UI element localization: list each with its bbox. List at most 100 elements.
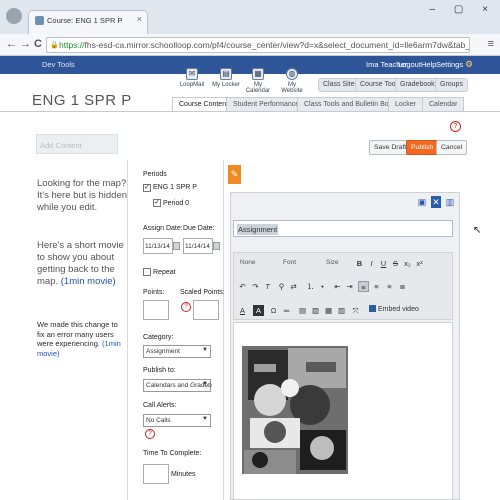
font-select[interactable]: Font xyxy=(283,259,296,270)
category-select[interactable]: Assignment ▼ xyxy=(143,345,211,358)
points-input[interactable] xyxy=(143,300,169,320)
close-icon[interactable]: ✕ xyxy=(431,196,441,208)
fullscreen-icon[interactable]: ⤧ xyxy=(350,305,361,316)
my-website-button[interactable]: ◍ My Website xyxy=(277,68,307,94)
align-left-icon[interactable]: ≡ xyxy=(358,281,369,292)
publish-button[interactable]: Publish xyxy=(406,140,439,155)
scaled-points-help-icon[interactable]: ? xyxy=(181,302,191,312)
globe-icon: ◍ xyxy=(286,68,298,80)
help-question-icon[interactable]: ? xyxy=(450,121,461,132)
add-content-field[interactable]: Add Content xyxy=(36,134,118,154)
save-icon[interactable]: ▣ xyxy=(417,196,427,208)
dev-tools-link[interactable]: Dev Tools xyxy=(42,60,75,69)
profile-avatar-icon[interactable] xyxy=(6,8,22,24)
horizontal-rule-icon[interactable]: ═ xyxy=(281,305,292,316)
table-icon[interactable]: ▦ xyxy=(323,305,334,316)
collage-image[interactable] xyxy=(240,340,350,480)
forward-arrow-icon[interactable]: → xyxy=(20,38,31,50)
loopmail-button[interactable]: ✉ LoopMail xyxy=(177,68,207,88)
italic-icon[interactable]: I xyxy=(366,258,377,269)
align-justify-icon[interactable]: ≣ xyxy=(397,281,408,292)
time-to-complete-input[interactable] xyxy=(143,464,169,484)
url-text: fhs-esd-ca.mirror.schoolloop.com/pf4/cou… xyxy=(84,40,470,50)
tab-locker[interactable]: Locker xyxy=(388,97,424,111)
url-scheme: https:// xyxy=(59,40,85,50)
my-locker-button[interactable]: ▤ My Locker xyxy=(211,68,241,88)
bold-icon[interactable]: B xyxy=(354,258,365,269)
browser-tab[interactable]: Course: ENG 1 SPR P × xyxy=(28,10,148,34)
tab-close-icon[interactable]: × xyxy=(137,14,142,24)
period-label: ENG 1 SPR P xyxy=(153,184,197,191)
special-char-icon[interactable]: Ω xyxy=(268,305,279,316)
find-icon[interactable]: ⚲ xyxy=(276,281,287,292)
image-icon[interactable]: ▨ xyxy=(336,305,347,316)
help-link[interactable]: Help xyxy=(421,60,436,69)
scaled-points-input[interactable] xyxy=(193,300,219,320)
replace-icon[interactable]: ⇄ xyxy=(288,281,299,292)
browser-menu-icon[interactable]: ≡ xyxy=(488,38,494,50)
address-bar[interactable]: 🔒 https://fhs-esd-ca.mirror.schoolloop.c… xyxy=(46,37,470,53)
title-input-value: Assignment xyxy=(237,224,279,235)
undo-icon[interactable]: ↶ xyxy=(237,281,248,292)
browser-tab-bar: Course: ENG 1 SPR P × – ▢ × xyxy=(0,0,500,34)
paste-icon[interactable]: ▤ xyxy=(297,305,308,316)
superscript-icon[interactable]: x² xyxy=(414,258,425,269)
underline-icon[interactable]: U xyxy=(378,258,389,269)
groups-button[interactable]: Groups xyxy=(435,78,468,92)
call-alerts-label: Call Alerts: xyxy=(143,402,177,409)
gear-icon[interactable]: ⚙ xyxy=(465,59,473,70)
assign-calendar-icon[interactable] xyxy=(173,242,180,250)
reload-icon[interactable]: C xyxy=(34,38,42,50)
trash-icon[interactable]: ▥ xyxy=(445,196,455,208)
tab-divider xyxy=(0,111,500,112)
map-hint-text: Looking for the map? It's here but is hi… xyxy=(37,178,128,213)
tab-student-performance[interactable]: Student Performance xyxy=(226,97,307,111)
tab-title: Course: ENG 1 SPR P xyxy=(47,16,123,25)
browser-nav-bar: ← → C 🔒 https://fhs-esd-ca.mirror.school… xyxy=(0,34,500,56)
align-right-icon[interactable]: ≡ xyxy=(384,281,395,292)
publish-to-select[interactable]: Calendars and Gradeb ▼ xyxy=(143,379,212,392)
period-checkbox[interactable]: ✓ xyxy=(143,184,151,192)
call-alerts-help-icon[interactable]: ? xyxy=(145,429,155,439)
pin-icon[interactable]: ✎ xyxy=(228,165,241,184)
paste-text-icon[interactable]: ▧ xyxy=(310,305,321,316)
form-divider xyxy=(223,160,224,500)
repeat-checkbox[interactable] xyxy=(143,268,151,276)
window-controls[interactable]: – ▢ × xyxy=(430,4,496,15)
format-select[interactable]: None xyxy=(240,259,256,270)
due-date-input[interactable]: 11/14/14 xyxy=(183,238,213,254)
call-alerts-select[interactable]: No Calls ▼ xyxy=(143,414,211,427)
tab-calendar[interactable]: Calendar xyxy=(422,97,465,111)
time-to-complete-label: Time To Complete: xyxy=(143,450,202,457)
size-select[interactable]: Size xyxy=(326,259,339,270)
bullet-list-icon[interactable]: • xyxy=(317,281,328,292)
settings-link[interactable]: Settings xyxy=(436,60,463,69)
text-color-icon[interactable]: A xyxy=(237,305,248,316)
title-input[interactable]: Assignment xyxy=(233,220,453,237)
movie-link[interactable]: (1min movie) xyxy=(61,276,116,287)
outdent-icon[interactable]: ⇤ xyxy=(332,281,343,292)
strikethrough-icon[interactable]: S xyxy=(390,258,401,269)
indent-icon[interactable]: ⇥ xyxy=(344,281,355,292)
my-calendar-button[interactable]: ▦ My Calendar xyxy=(243,68,273,94)
sidebar-divider xyxy=(127,160,128,500)
points-label: Points: xyxy=(143,289,165,296)
back-arrow-icon[interactable]: ← xyxy=(6,38,17,50)
numbered-list-icon[interactable]: ⒈ xyxy=(305,281,316,292)
save-draft-button[interactable]: Save Draft xyxy=(369,140,412,155)
clear-format-icon[interactable]: T xyxy=(262,281,273,292)
repeat-label: Repeat xyxy=(153,269,176,276)
subscript-icon[interactable]: x₂ xyxy=(402,258,413,269)
logout-link[interactable]: Logout xyxy=(398,60,421,69)
publish-to-label: Publish to: xyxy=(143,367,176,374)
tab-favicon-icon xyxy=(35,16,44,25)
embed-video-button[interactable]: Embed video xyxy=(369,305,419,313)
align-center-icon[interactable]: ≡ xyxy=(371,281,382,292)
period-sub-checkbox[interactable]: ✓ xyxy=(153,199,161,207)
cancel-button[interactable]: Cancel xyxy=(436,140,468,155)
due-calendar-icon[interactable] xyxy=(213,242,220,250)
assign-date-input[interactable]: 11/13/14 xyxy=(143,238,173,254)
redo-icon[interactable]: ↷ xyxy=(250,281,261,292)
mail-icon: ✉ xyxy=(186,68,198,80)
highlight-icon[interactable]: A xyxy=(253,305,264,316)
